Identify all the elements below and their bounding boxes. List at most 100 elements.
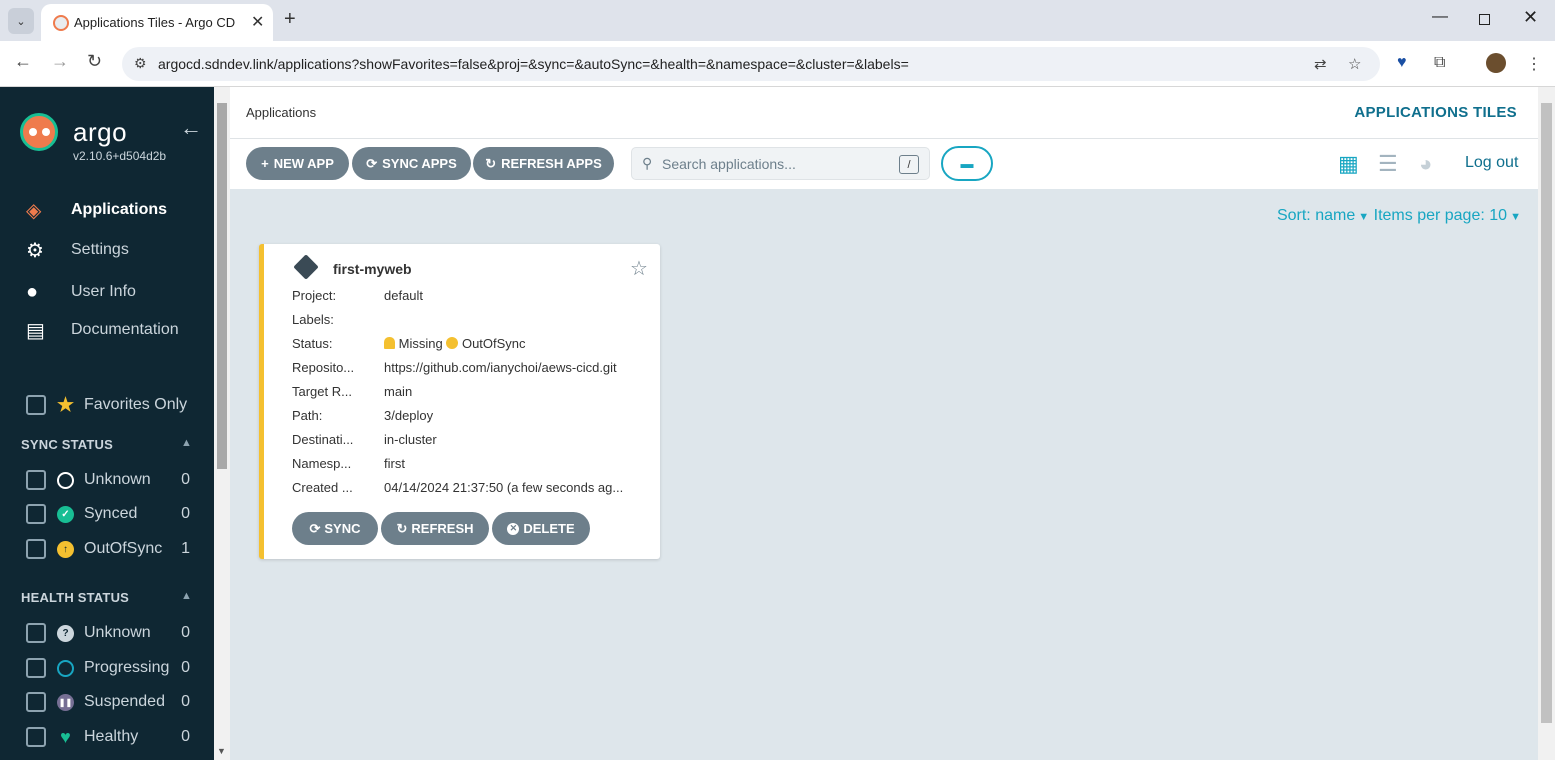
app-tile[interactable]: first-myweb ☆ Project: default Labels: S…	[259, 244, 660, 559]
filter-label: Unknown	[84, 471, 151, 488]
collapse-sidebar-icon[interactable]: ←	[180, 115, 202, 141]
destination-label: Destinati...	[292, 432, 354, 447]
bookmark-star-icon[interactable]: ☆	[1348, 55, 1361, 73]
user-circle-icon: ●	[26, 280, 39, 303]
checkbox[interactable]	[26, 692, 46, 712]
sidebar-item-applications[interactable]: ◈ Applications	[26, 195, 206, 225]
sidebar-item-user-info[interactable]: ● User Info	[26, 277, 206, 307]
favorites-only-checkbox[interactable]: ★ Favorites Only	[26, 393, 196, 417]
browser-toolbar: ← → ↻ ⚙ argocd.sdndev.link/applications?…	[0, 41, 1555, 87]
sort-controls: Sort: name ▼ Items per page: 10 ▼	[1277, 207, 1521, 225]
extension-heart-icon[interactable]: ♥	[1397, 54, 1407, 72]
browser-tab[interactable]: Applications Tiles - Argo CD ✕	[41, 4, 273, 41]
main-scrollbar[interactable]	[1538, 87, 1555, 760]
filter-label: Progressing	[84, 659, 170, 676]
filter-health-unknown[interactable]: ? Unknown 0	[26, 621, 196, 645]
health-status-text: Missing	[398, 336, 443, 351]
checkbox[interactable]	[26, 539, 46, 559]
address-bar[interactable]: ⚙ argocd.sdndev.link/applications?showFa…	[122, 47, 1380, 81]
delete-button[interactable]: ✕ DELETE	[492, 512, 590, 545]
filter-health-progressing[interactable]: Progressing 0	[26, 656, 196, 680]
shortcut-key-hint: /	[899, 155, 919, 174]
back-arrow-icon[interactable]: ←	[14, 51, 32, 72]
app-name[interactable]: first-myweb	[333, 261, 412, 277]
checkbox[interactable]	[26, 504, 46, 524]
collapse-caret-icon[interactable]: ▲	[181, 437, 192, 449]
filter-sync-outofsync[interactable]: ↑ OutOfSync 1	[26, 537, 196, 561]
sync-label: SYNC	[324, 521, 361, 536]
sync-apps-button[interactable]: ⟳ SYNC APPS	[352, 147, 471, 180]
tab-close-icon[interactable]: ✕	[251, 12, 264, 32]
checkbox[interactable]	[26, 727, 46, 747]
breadcrumb[interactable]: Applications	[246, 105, 316, 120]
translate-icon[interactable]: ⇄	[1314, 55, 1327, 73]
filter-sync-synced[interactable]: ✓ Synced 0	[26, 502, 196, 526]
refresh-label: REFRESH	[411, 521, 474, 536]
status-value: Missing OutOfSync	[384, 336, 526, 351]
refresh-icon: ↻	[396, 520, 408, 536]
favorite-star-icon[interactable]: ☆	[630, 256, 648, 281]
checkbox[interactable]	[26, 658, 46, 678]
forward-arrow-icon[interactable]: →	[51, 51, 69, 72]
search-box[interactable]: ⚲ /	[631, 147, 930, 180]
sidebar-scrollbar-thumb[interactable]	[217, 103, 227, 469]
sync-button[interactable]: ⟳ SYNC	[292, 512, 378, 545]
url-text[interactable]: argocd.sdndev.link/applications?showFavo…	[158, 56, 909, 72]
pause-circle-icon: ❚❚	[57, 693, 74, 711]
checkbox[interactable]	[26, 623, 46, 643]
times-circle-icon: ✕	[507, 522, 520, 535]
tab-search-button[interactable]: ⌄	[8, 8, 34, 34]
checkbox[interactable]	[26, 395, 46, 415]
window-close-button[interactable]: ✕	[1523, 7, 1538, 28]
refresh-apps-button[interactable]: ↻ REFRESH APPS	[473, 147, 614, 180]
logout-link[interactable]: Log out	[1465, 154, 1518, 172]
minimize-button[interactable]: —	[1432, 8, 1448, 26]
main-scrollbar-thumb[interactable]	[1541, 103, 1552, 723]
sidebar-item-settings[interactable]: ⚙ Settings	[26, 235, 206, 265]
ghost-icon	[384, 337, 395, 349]
new-tab-button[interactable]: +	[284, 8, 296, 31]
destination-value: in-cluster	[384, 432, 437, 447]
checkbox[interactable]	[26, 470, 46, 490]
site-info-icon[interactable]: ⚙	[134, 55, 147, 72]
tab-title: Applications Tiles - Argo CD	[74, 15, 236, 30]
repository-value: https://github.com/ianychoi/aews-cicd.gi…	[384, 360, 617, 375]
filter-health-suspended[interactable]: ❚❚ Suspended 0	[26, 690, 196, 714]
sort-dropdown[interactable]: Sort: name	[1277, 207, 1355, 224]
delete-label: DELETE	[523, 521, 575, 536]
sidebar-item-documentation[interactable]: ▤ Documentation	[26, 315, 206, 345]
browser-window: ⌄ Applications Tiles - Argo CD ✕ + — ✕ ←…	[0, 0, 1555, 760]
filter-count: 0	[181, 659, 190, 676]
ruler-icon: ▬	[960, 156, 974, 171]
health-status-title: HEALTH STATUS	[21, 590, 130, 605]
filter-health-healthy[interactable]: ♥ Healthy 0	[26, 725, 196, 749]
filter-toggle-button[interactable]: ▬	[941, 146, 993, 181]
list-view-icon[interactable]: ☰	[1378, 151, 1398, 177]
sidebar: argo v2.10.6+d504d2b ← ◈ Applications ⚙ …	[0, 87, 214, 760]
main-content: Applications APPLICATIONS TILES + NEW AP…	[230, 87, 1538, 760]
repository-label: Reposito...	[292, 360, 355, 375]
target-revision-label: Target R...	[292, 384, 352, 399]
maximize-button[interactable]	[1479, 14, 1490, 25]
browser-menu-icon[interactable]: ⋮	[1526, 54, 1542, 74]
caret-down-icon[interactable]: ▼	[1507, 211, 1521, 223]
refresh-icon: ↻	[485, 155, 497, 171]
sidebar-scrollbar[interactable]: ▼	[214, 87, 230, 760]
collapse-caret-icon[interactable]: ▲	[181, 590, 192, 602]
brand-name: argo	[73, 117, 128, 147]
refresh-button[interactable]: ↻ REFRESH	[381, 512, 489, 545]
caret-down-icon[interactable]: ▼	[1355, 211, 1369, 223]
tiles-view-icon[interactable]: ▦	[1338, 151, 1359, 177]
profile-avatar[interactable]	[1486, 53, 1506, 73]
pie-chart-view-icon[interactable]: ◕	[1419, 151, 1432, 177]
scroll-down-arrow-icon[interactable]: ▼	[217, 746, 226, 756]
new-app-button[interactable]: + NEW APP	[246, 147, 349, 180]
reload-icon[interactable]: ↻	[87, 51, 102, 72]
filter-sync-unknown[interactable]: Unknown 0	[26, 468, 196, 492]
status-label: Status:	[292, 336, 333, 351]
project-value: default	[384, 288, 424, 303]
search-input[interactable]	[662, 150, 892, 177]
extensions-puzzle-icon[interactable]: ⧉	[1434, 54, 1445, 72]
filter-label: Suspended	[84, 693, 165, 710]
items-per-page-dropdown[interactable]: Items per page: 10	[1374, 207, 1507, 224]
